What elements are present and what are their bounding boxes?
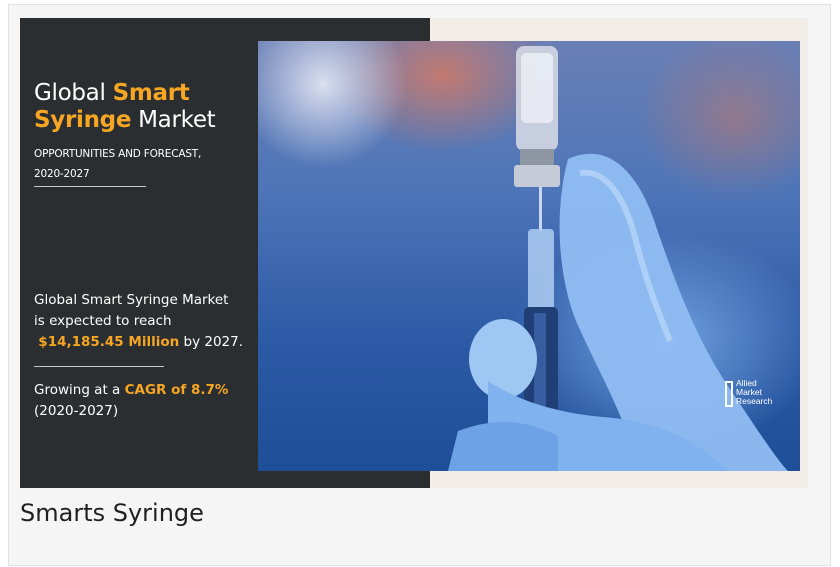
banner-subtitle: OPPORTUNITIES AND FORECAST, 2020-2027 — [34, 144, 244, 184]
growth-line-1: Growing at a CAGR of 8.7% — [34, 380, 264, 401]
stat-line-2: is expected to reach — [34, 313, 172, 329]
title-accent-syringe: Syringe — [34, 107, 132, 133]
title-prefix: Global — [34, 80, 113, 106]
glove-lower — [448, 421, 558, 471]
vial-highlight — [521, 53, 553, 123]
syringe-illustration — [448, 46, 788, 471]
growth-prefix: Growing at a — [34, 382, 125, 398]
vial-neck — [520, 149, 554, 167]
cagr-value: CAGR of 8.7% — [124, 382, 229, 398]
glove-thumb — [469, 319, 537, 399]
vial-cap — [514, 165, 560, 187]
market-size-statement: Global Smart Syringe Market is expected … — [34, 290, 264, 353]
needle — [539, 187, 542, 232]
market-value: $14,185.45 Million — [38, 334, 180, 350]
growth-statement: Growing at a CAGR of 8.7% (2020-2027) — [34, 380, 264, 422]
logo-text: Allied Market Research — [736, 379, 796, 406]
syringe-hub — [528, 229, 554, 311]
title-divider — [34, 186, 146, 187]
logo-mark-icon — [725, 381, 733, 407]
title-suffix: Market — [131, 107, 216, 133]
subtitle-line-2: 2020-2027 — [34, 168, 90, 180]
title-accent-smart: Smart — [112, 80, 190, 106]
stat-line-1: Global Smart Syringe Market — [34, 292, 229, 308]
logo-line-3: Research — [736, 396, 773, 406]
infographic-banner[interactable]: Global Smart Syringe Market OPPORTUNITIE… — [20, 18, 808, 488]
stat-line-3: $14,185.45 Million by 2027. — [34, 332, 264, 353]
banner-title: Global Smart Syringe Market — [34, 80, 234, 134]
image-caption: Smarts Syringe — [20, 499, 204, 527]
syringe-photo: Allied Market Research — [258, 41, 800, 471]
growth-period: (2020-2027) — [34, 403, 119, 419]
stat-suffix: by 2027. — [179, 334, 244, 350]
allied-market-research-logo: Allied Market Research — [725, 379, 795, 419]
subtitle-line-1: OPPORTUNITIES AND FORECAST, — [34, 148, 202, 160]
stat-divider — [34, 366, 164, 367]
